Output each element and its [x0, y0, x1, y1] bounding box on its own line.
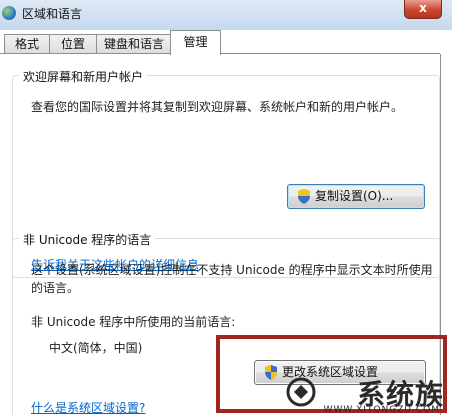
- current-language-label: 非 Unicode 程序中所使用的当前语言:: [31, 315, 236, 329]
- tab-keyboards-languages[interactable]: 键盘和语言: [96, 34, 172, 54]
- tab-formats[interactable]: 格式: [4, 34, 50, 54]
- unicode-description-line1: 这个设置(系统区域设置)控制在不支持 Unicode 的程序中显示文本时所使用: [31, 263, 433, 277]
- globe-icon: [2, 6, 16, 20]
- window-title: 区域和语言: [22, 7, 83, 21]
- copy-settings-label: 复制设置(O)...: [315, 189, 394, 203]
- welcome-group-title: 欢迎屏幕和新用户帐户: [19, 68, 148, 85]
- system-locale-help-link[interactable]: 什么是系统区域设置?: [31, 399, 145, 416]
- tab-location[interactable]: 位置: [49, 34, 97, 54]
- welcome-description: 查看您的国际设置并将其复制到欢迎屏幕、系统帐户和新的用户帐户。: [31, 100, 404, 114]
- close-button[interactable]: x: [404, 0, 442, 19]
- watermark-url: WWW.XITONGZU.COM: [323, 405, 440, 415]
- tab-bar: 格式 位置 键盘和语言 管理: [0, 30, 452, 55]
- unicode-description-line2: 的语言。: [31, 281, 80, 295]
- copy-settings-button[interactable]: 复制设置(O)...: [287, 184, 425, 209]
- unicode-group-title: 非 Unicode 程序的语言: [19, 231, 156, 248]
- watermark: 系统族 WWW.XITONGZU.COM: [282, 375, 452, 415]
- tab-administrative[interactable]: 管理: [170, 30, 221, 55]
- watermark-logo-icon: [286, 377, 316, 407]
- title-bar: 区域和语言 x: [0, 0, 452, 30]
- current-language-value: 中文(简体，中国): [49, 341, 143, 355]
- uac-shield-icon: [298, 189, 310, 204]
